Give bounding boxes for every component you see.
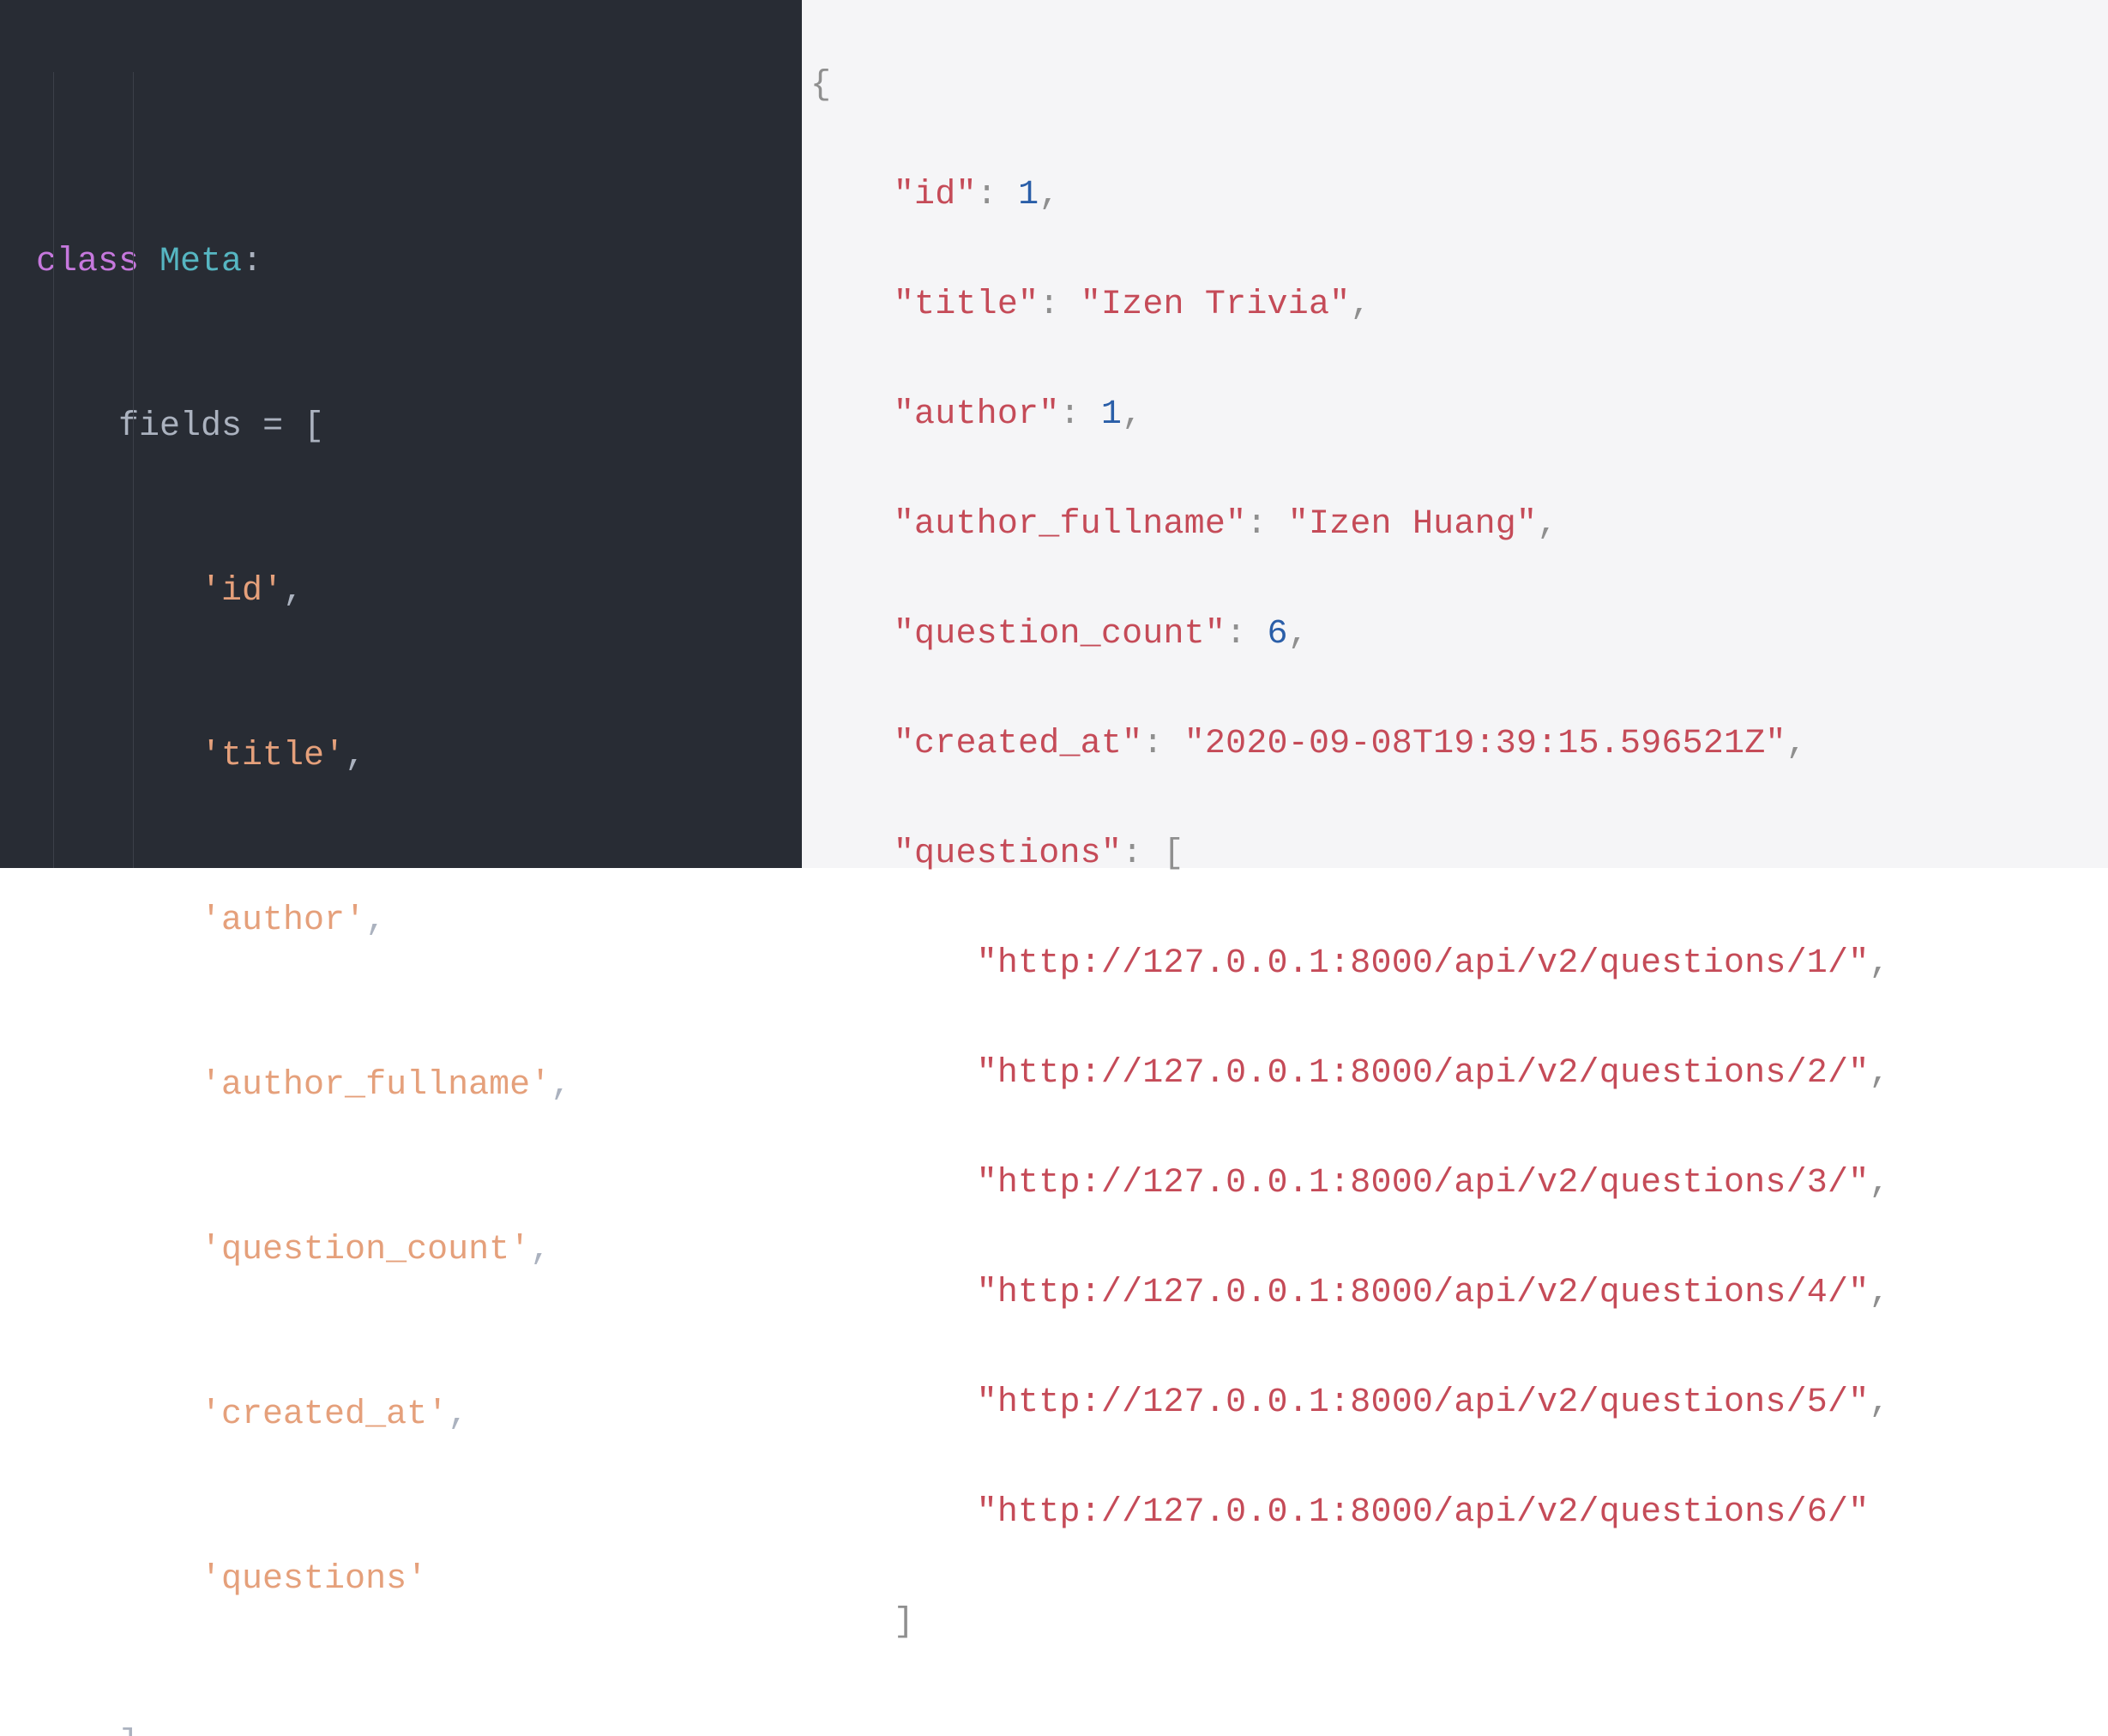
json-string-url: "http://127.0.0.1:8000/api/v2/questions/… [977, 1274, 1870, 1312]
comma: , [1288, 615, 1309, 654]
comma: , [1786, 725, 1807, 763]
json-key-created-at: "created_at" [894, 725, 1142, 763]
comma: , [1869, 944, 1889, 983]
json-number: 1 [1101, 395, 1122, 434]
json-line: { [810, 58, 2108, 113]
equals-op: = [262, 407, 283, 446]
comma: , [1350, 286, 1370, 324]
comma: , [448, 1395, 468, 1434]
string-literal: 'question_count' [201, 1231, 530, 1269]
json-line: "http://127.0.0.1:8000/api/v2/questions/… [810, 1046, 2108, 1101]
indent-guide [53, 72, 54, 868]
json-string-url: "http://127.0.0.1:8000/api/v2/questions/… [977, 944, 1870, 983]
colon: : [977, 176, 997, 214]
code-line: ] [0, 1717, 802, 1736]
colon: : [1226, 615, 1246, 654]
json-line: "author": 1, [810, 388, 2108, 443]
code-line: 'author', [0, 894, 802, 949]
code-editor-pane[interactable]: class Meta: fields = [ 'id', 'title', 'a… [0, 0, 802, 868]
json-line: "http://127.0.0.1:8000/api/v2/questions/… [810, 1376, 2108, 1431]
json-line: "http://127.0.0.1:8000/api/v2/questions/… [810, 937, 2108, 992]
json-line: "http://127.0.0.1:8000/api/v2/questions/… [810, 1156, 2108, 1211]
open-bracket: [ [304, 407, 324, 446]
indent-guide [133, 72, 134, 868]
code-line: 'title', [0, 729, 802, 784]
open-bracket: [ [1164, 835, 1184, 873]
colon: : [242, 243, 262, 281]
comma: , [1122, 395, 1142, 434]
comma: , [1869, 1274, 1889, 1312]
json-line: "created_at": "2020-09-08T19:39:15.59652… [810, 717, 2108, 772]
colon: : [1059, 395, 1080, 434]
json-output-pane[interactable]: { "id": 1, "title": "Izen Trivia", "auth… [802, 0, 2108, 868]
json-line: "id": 1, [810, 168, 2108, 223]
code-line: 'id', [0, 564, 802, 619]
json-string: "Izen Trivia" [1081, 286, 1351, 324]
colon: : [1122, 835, 1142, 873]
json-line: "question_count": 6, [810, 607, 2108, 662]
string-literal: 'created_at' [201, 1395, 448, 1434]
json-key-questions: "questions" [894, 835, 1122, 873]
json-line: "author_fullname": "Izen Huang", [810, 497, 2108, 552]
code-line: fields = [ [0, 400, 802, 455]
close-bracket: ] [118, 1725, 139, 1736]
json-line: "questions": [ [810, 827, 2108, 882]
comma: , [283, 572, 304, 611]
comma: , [1537, 505, 1557, 544]
identifier-fields: fields [118, 407, 242, 446]
string-literal: 'questions' [201, 1560, 427, 1599]
comma: , [1869, 1164, 1889, 1203]
json-key-id: "id" [894, 176, 977, 214]
json-number: 6 [1268, 615, 1288, 654]
code-line: 'question_count', [0, 1223, 802, 1278]
colon: : [1246, 505, 1267, 544]
close-bracket: ] [894, 1603, 914, 1642]
string-literal: 'title' [201, 737, 345, 775]
comma: , [345, 737, 365, 775]
json-line: "http://127.0.0.1:8000/api/v2/questions/… [810, 1266, 2108, 1321]
json-line: "http://127.0.0.1:8000/api/v2/questions/… [810, 1486, 2108, 1540]
json-string-url: "http://127.0.0.1:8000/api/v2/questions/… [977, 1164, 1870, 1203]
json-string: "2020-09-08T19:39:15.596521Z" [1184, 725, 1786, 763]
json-string-url: "http://127.0.0.1:8000/api/v2/questions/… [977, 1493, 1870, 1532]
code-line: class Meta: [0, 235, 802, 290]
json-string-url: "http://127.0.0.1:8000/api/v2/questions/… [977, 1383, 1870, 1422]
json-number: 1 [1018, 176, 1039, 214]
json-key-author: "author" [894, 395, 1060, 434]
comma: , [1869, 1054, 1889, 1093]
comma: , [530, 1231, 551, 1269]
comma: , [551, 1066, 571, 1105]
code-line: 'author_fullname', [0, 1058, 802, 1113]
colon: : [1039, 286, 1059, 324]
json-key-question-count: "question_count" [894, 615, 1226, 654]
code-line: 'questions' [0, 1552, 802, 1607]
string-literal: 'author_fullname' [201, 1066, 551, 1105]
json-key-title: "title" [894, 286, 1039, 324]
open-brace: { [810, 66, 831, 105]
string-literal: 'id' [201, 572, 283, 611]
colon: : [1142, 725, 1163, 763]
string-literal: 'author' [201, 901, 365, 940]
class-name: Meta [160, 243, 242, 281]
code-line: 'created_at', [0, 1388, 802, 1443]
json-string-url: "http://127.0.0.1:8000/api/v2/questions/… [977, 1054, 1870, 1093]
comma: , [365, 901, 386, 940]
json-line: "title": "Izen Trivia", [810, 278, 2108, 333]
comma: , [1869, 1383, 1889, 1422]
json-string: "Izen Huang" [1288, 505, 1537, 544]
keyword-class: class [36, 243, 139, 281]
json-line: ] [810, 1595, 2108, 1650]
json-key-author-fullname: "author_fullname" [894, 505, 1246, 544]
comma: , [1039, 176, 1059, 214]
